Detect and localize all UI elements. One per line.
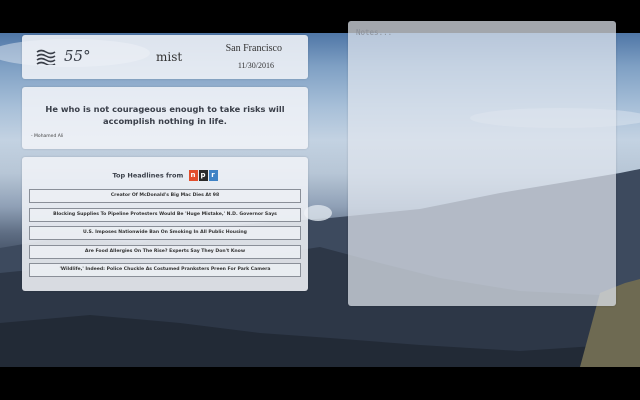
npr-logo: npr	[188, 170, 218, 181]
weather-card: 55° mist San Francisco 11/30/2016	[22, 35, 308, 79]
headline-link[interactable]: Blocking Supplies To Pipeline Protesters…	[29, 207, 301, 222]
temperature: 55°	[64, 47, 91, 65]
npr-logo-letter-r: r	[208, 170, 218, 181]
headline-list: Creator Of McDonald's Big Mac Dies At 98…	[29, 189, 301, 282]
current-date: 11/30/2016	[237, 61, 274, 70]
headline-link[interactable]: Creator Of McDonald's Big Mac Dies At 98	[29, 189, 301, 203]
weather-condition: mist	[156, 50, 183, 64]
headlines-card: Top Headlines from npr Creator Of McDona…	[22, 157, 308, 291]
quote-card: He who is not courageous enough to take …	[22, 87, 308, 149]
quote-text: He who is not courageous enough to take …	[45, 104, 285, 126]
headlines-title: Top Headlines from npr	[22, 170, 308, 181]
city-name: San Francisco	[225, 43, 282, 54]
mist-icon	[36, 49, 56, 65]
npr-logo-letter-p: p	[198, 170, 208, 181]
headline-link[interactable]: U.S. Imposes Nationwide Ban On Smoking I…	[29, 226, 301, 240]
notes-textarea[interactable]	[348, 21, 616, 306]
quote-author: - Mohamed Ali	[31, 134, 64, 139]
headline-link[interactable]: 'Wildlife,' Indeed: Police Chuckle As Co…	[29, 263, 301, 277]
notes-panel	[348, 21, 616, 306]
npr-logo-letter-n: n	[188, 170, 198, 181]
headlines-title-text: Top Headlines from	[112, 171, 184, 180]
headline-link[interactable]: Are Food Allergies On The Rise? Experts …	[29, 244, 301, 259]
